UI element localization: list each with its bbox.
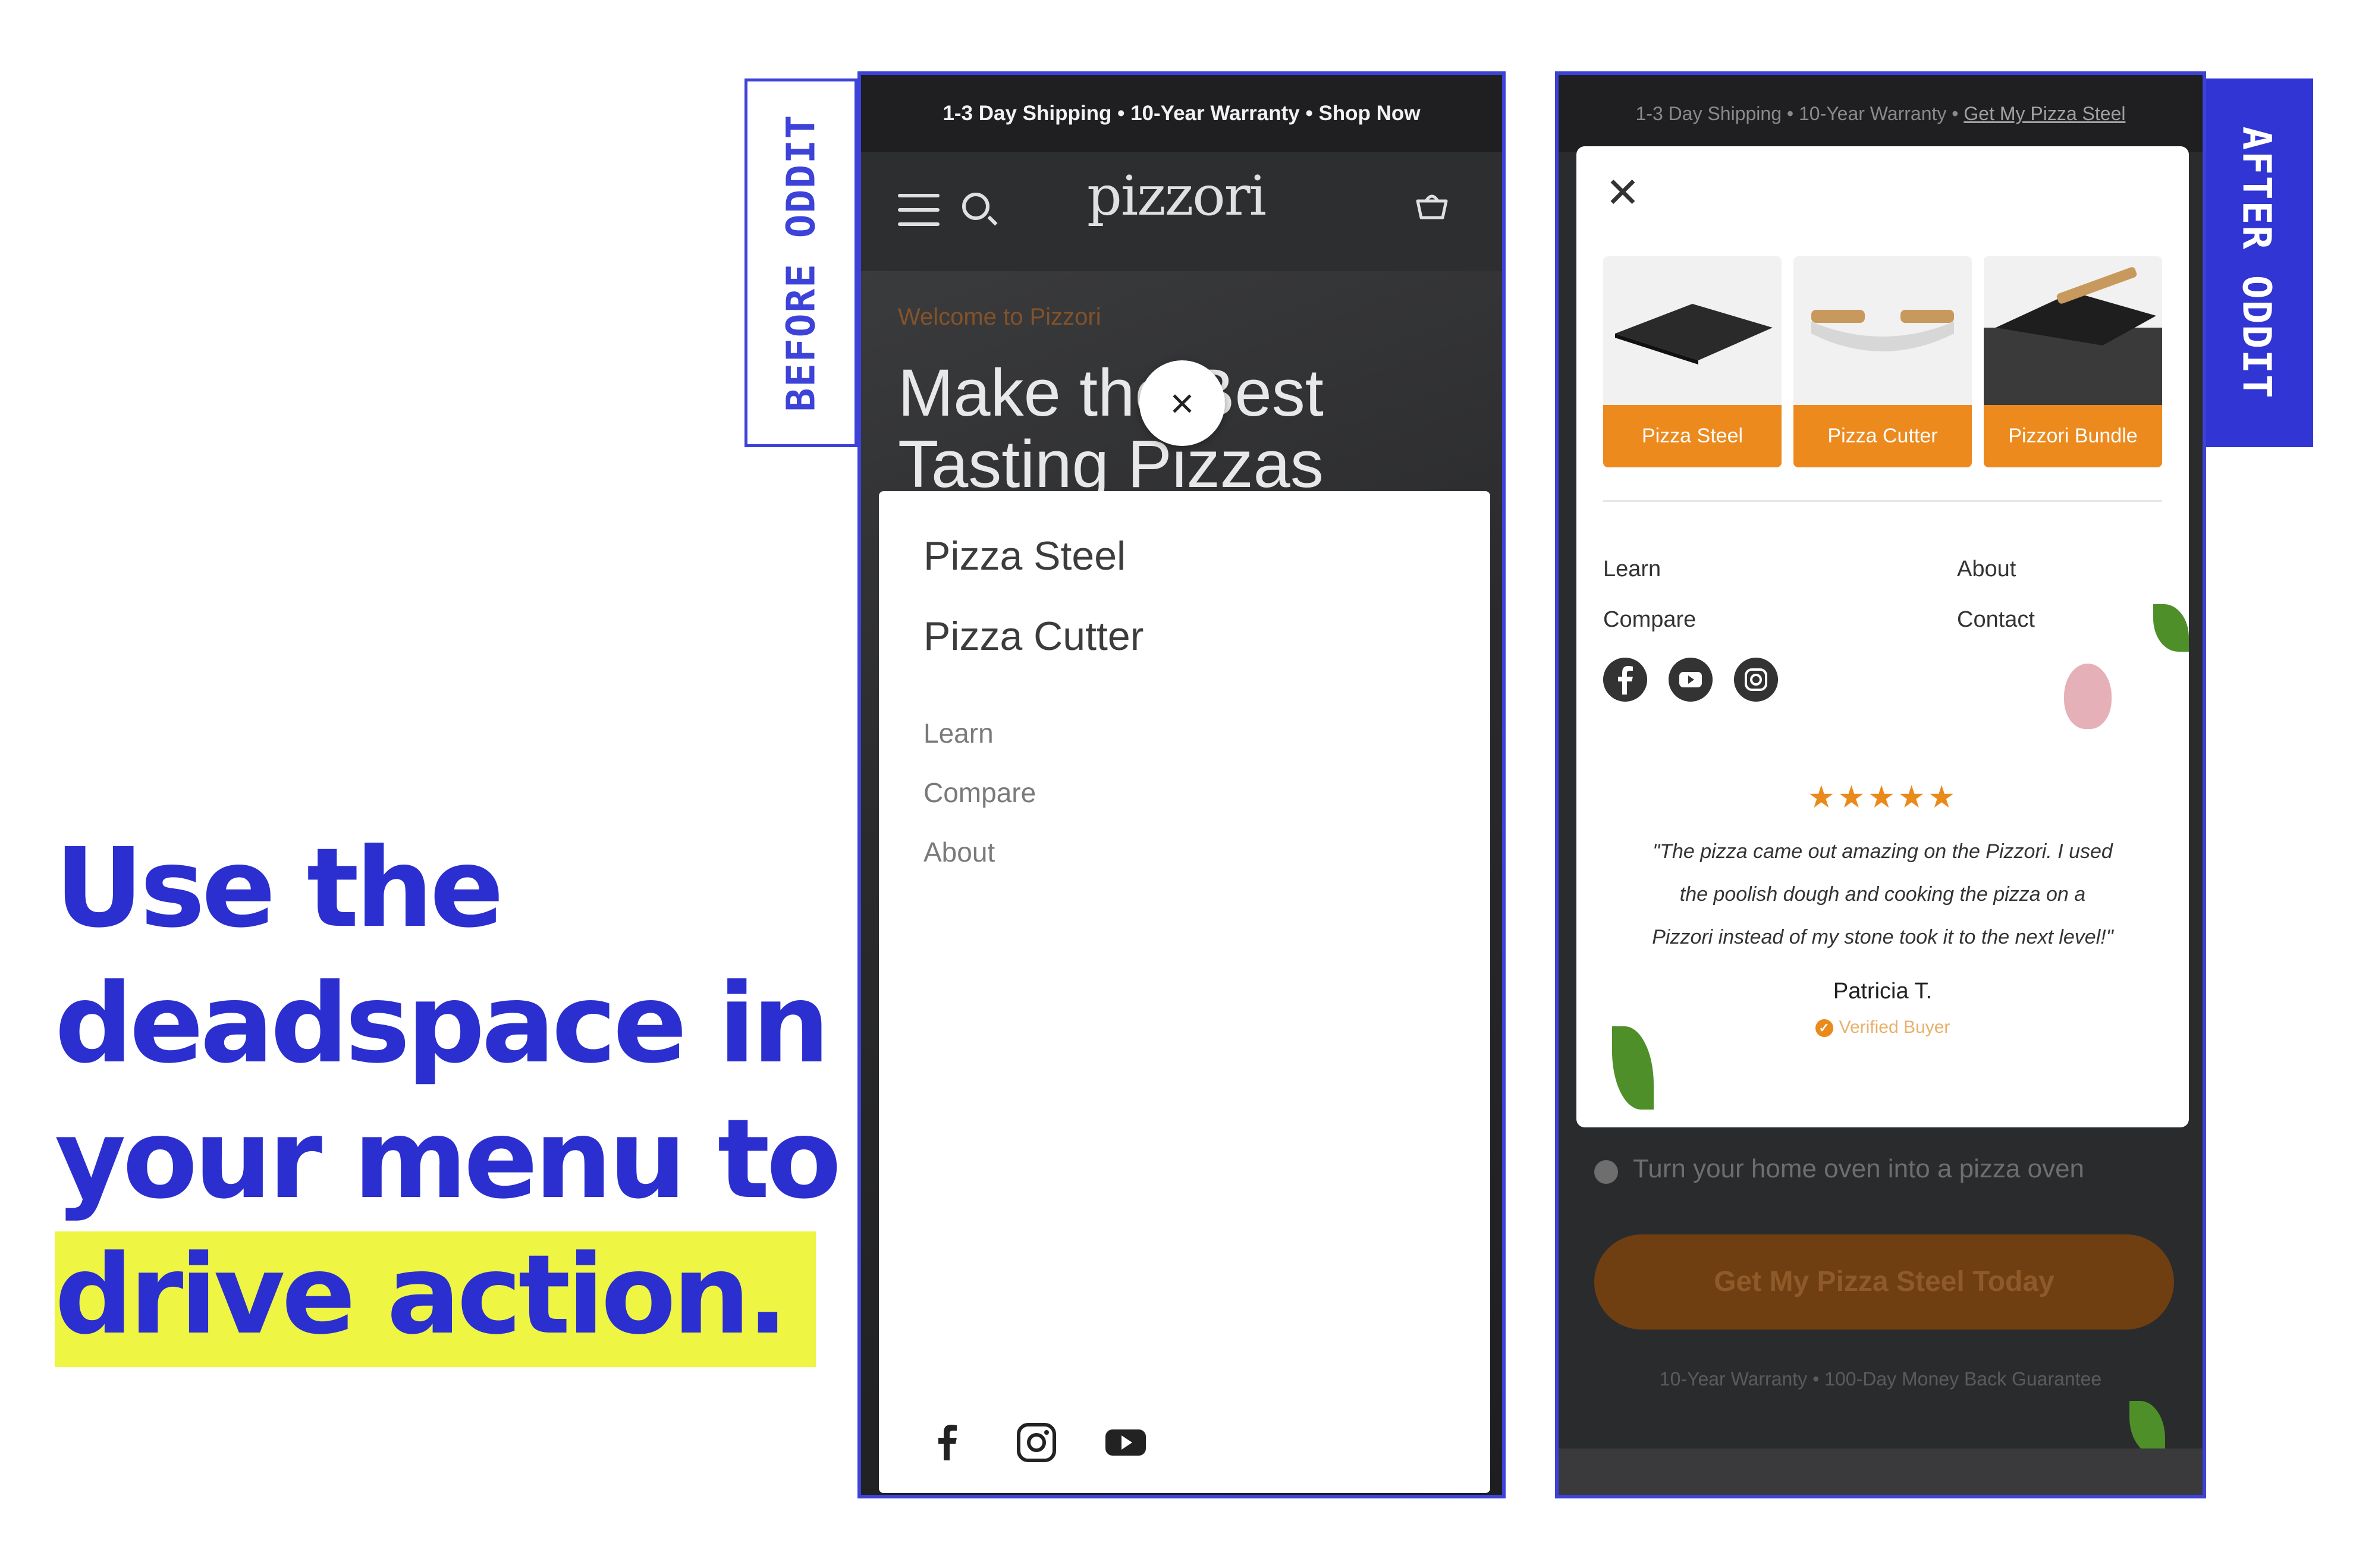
instagram-icon[interactable] <box>1013 1419 1060 1466</box>
guarantee-text: 10-Year Warranty • 100-Day Money Back Gu… <box>1659 1368 2102 1390</box>
divider <box>1603 500 2162 502</box>
close-icon[interactable]: ✕ <box>1605 172 1641 213</box>
site-logo[interactable]: pizzori <box>1081 164 1271 228</box>
product-button-pizzori-bundle[interactable]: Pizzori Bundle <box>1984 405 2162 467</box>
youtube-icon[interactable] <box>1669 658 1713 702</box>
review-quote-line-3: Pizzori instead of my stone took it to t… <box>1652 926 2113 948</box>
pizzori-bundle-image <box>1984 267 2162 405</box>
menu-link-contact[interactable]: Contact <box>1957 607 2035 633</box>
youtube-icon[interactable] <box>1102 1419 1149 1466</box>
facebook-icon[interactable] <box>923 1419 971 1466</box>
rating-stars: ★★★★★ <box>1807 780 1958 815</box>
pizza-steel-image <box>1615 304 1773 364</box>
mobile-menu-panel: Pizza Steel Pizza Cutter Learn Compare A… <box>879 491 1490 1493</box>
product-card-pizza-cutter[interactable]: Pizza Cutter <box>1793 256 1972 467</box>
after-phone-screen: 1-3 Day Shipping • 10-Year Warranty • Ge… <box>1555 71 2206 1498</box>
page-bottom-strip <box>1559 1448 2203 1495</box>
announcement-text: 1-3 Day Shipping • 10-Year Warranty • <box>1635 103 1964 124</box>
hero-benefit-text: Turn your home oven into a pizza oven <box>1633 1154 2085 1183</box>
before-phone-screen: 1-3 Day Shipping • 10-Year Warranty • Sh… <box>857 71 1506 1498</box>
review-quote: "The pizza came out amazing on the Pizzo… <box>1618 830 2147 959</box>
headline: Use the deadspace in your menu to drive … <box>55 821 841 1367</box>
search-icon[interactable] <box>962 193 989 220</box>
basil-leaf-decoration <box>2153 604 2189 652</box>
menu-link-learn[interactable]: Learn <box>1603 557 1661 582</box>
menu-item-learn[interactable]: Learn <box>923 717 994 749</box>
check-circle-icon <box>1594 1160 1618 1184</box>
hamburger-menu-icon[interactable] <box>898 194 940 226</box>
pizza-cutter-image <box>1811 310 1954 351</box>
menu-drawer: ✕ Pizza Steel Pizza Cutter Pizzori Bundl… <box>1576 146 2189 1127</box>
welcome-text: Welcome to Pizzori <box>898 304 1101 330</box>
menu-item-pizza-steel[interactable]: Pizza Steel <box>923 533 1126 579</box>
announcement-bar[interactable]: 1-3 Day Shipping • 10-Year Warranty • Sh… <box>861 75 1502 152</box>
menu-item-compare[interactable]: Compare <box>923 777 1036 809</box>
verified-buyer-badge: ✓ Verified Buyer <box>1576 1017 2189 1038</box>
before-oddit-label: BEFORE ODDIT <box>778 114 824 412</box>
after-oddit-tab: AFTER ODDIT <box>2200 78 2313 447</box>
cart-icon[interactable] <box>1414 190 1450 221</box>
product-button-pizza-cutter[interactable]: Pizza Cutter <box>1793 405 1972 467</box>
menu-link-compare[interactable]: Compare <box>1603 607 1696 633</box>
facebook-icon[interactable] <box>1603 658 1647 702</box>
announcement-link[interactable]: Get My Pizza Steel <box>1964 103 2125 124</box>
before-oddit-tab: BEFORE ODDIT <box>744 78 857 447</box>
review-quote-line-1: "The pizza came out amazing on the Pizzo… <box>1653 840 2113 863</box>
check-icon: ✓ <box>1815 1019 1833 1038</box>
announcement-bar: 1-3 Day Shipping • 10-Year Warranty • Ge… <box>1559 75 2203 152</box>
after-oddit-label: AFTER ODDIT <box>2233 126 2280 400</box>
close-menu-button[interactable]: × <box>1139 360 1225 446</box>
product-card-pizza-steel[interactable]: Pizza Steel <box>1603 256 1782 467</box>
headline-line-4-highlight: drive action. <box>55 1231 816 1367</box>
headline-line-2: deadspace in <box>55 960 830 1088</box>
basil-leaf-decoration <box>1612 1026 1654 1110</box>
garlic-decoration <box>2064 664 2112 729</box>
headline-line-1: Use the <box>55 825 504 952</box>
site-header: pizzori <box>861 152 1502 271</box>
headline-line-3: your menu to <box>55 1096 841 1223</box>
menu-item-pizza-cutter[interactable]: Pizza Cutter <box>923 613 1143 659</box>
verified-buyer-text: Verified Buyer <box>1839 1017 1950 1037</box>
menu-item-about[interactable]: About <box>923 836 995 868</box>
reviewer-name: Patricia T. <box>1833 979 1933 1004</box>
review-quote-line-2: the poolish dough and cooking the pizza … <box>1679 883 2086 906</box>
product-button-pizza-steel[interactable]: Pizza Steel <box>1603 405 1782 467</box>
product-card-pizzori-bundle[interactable]: Pizzori Bundle <box>1984 256 2162 467</box>
menu-link-about[interactable]: About <box>1957 557 2016 582</box>
get-pizza-steel-button[interactable]: Get My Pizza Steel Today <box>1594 1234 2174 1330</box>
instagram-icon[interactable] <box>1734 658 1778 702</box>
